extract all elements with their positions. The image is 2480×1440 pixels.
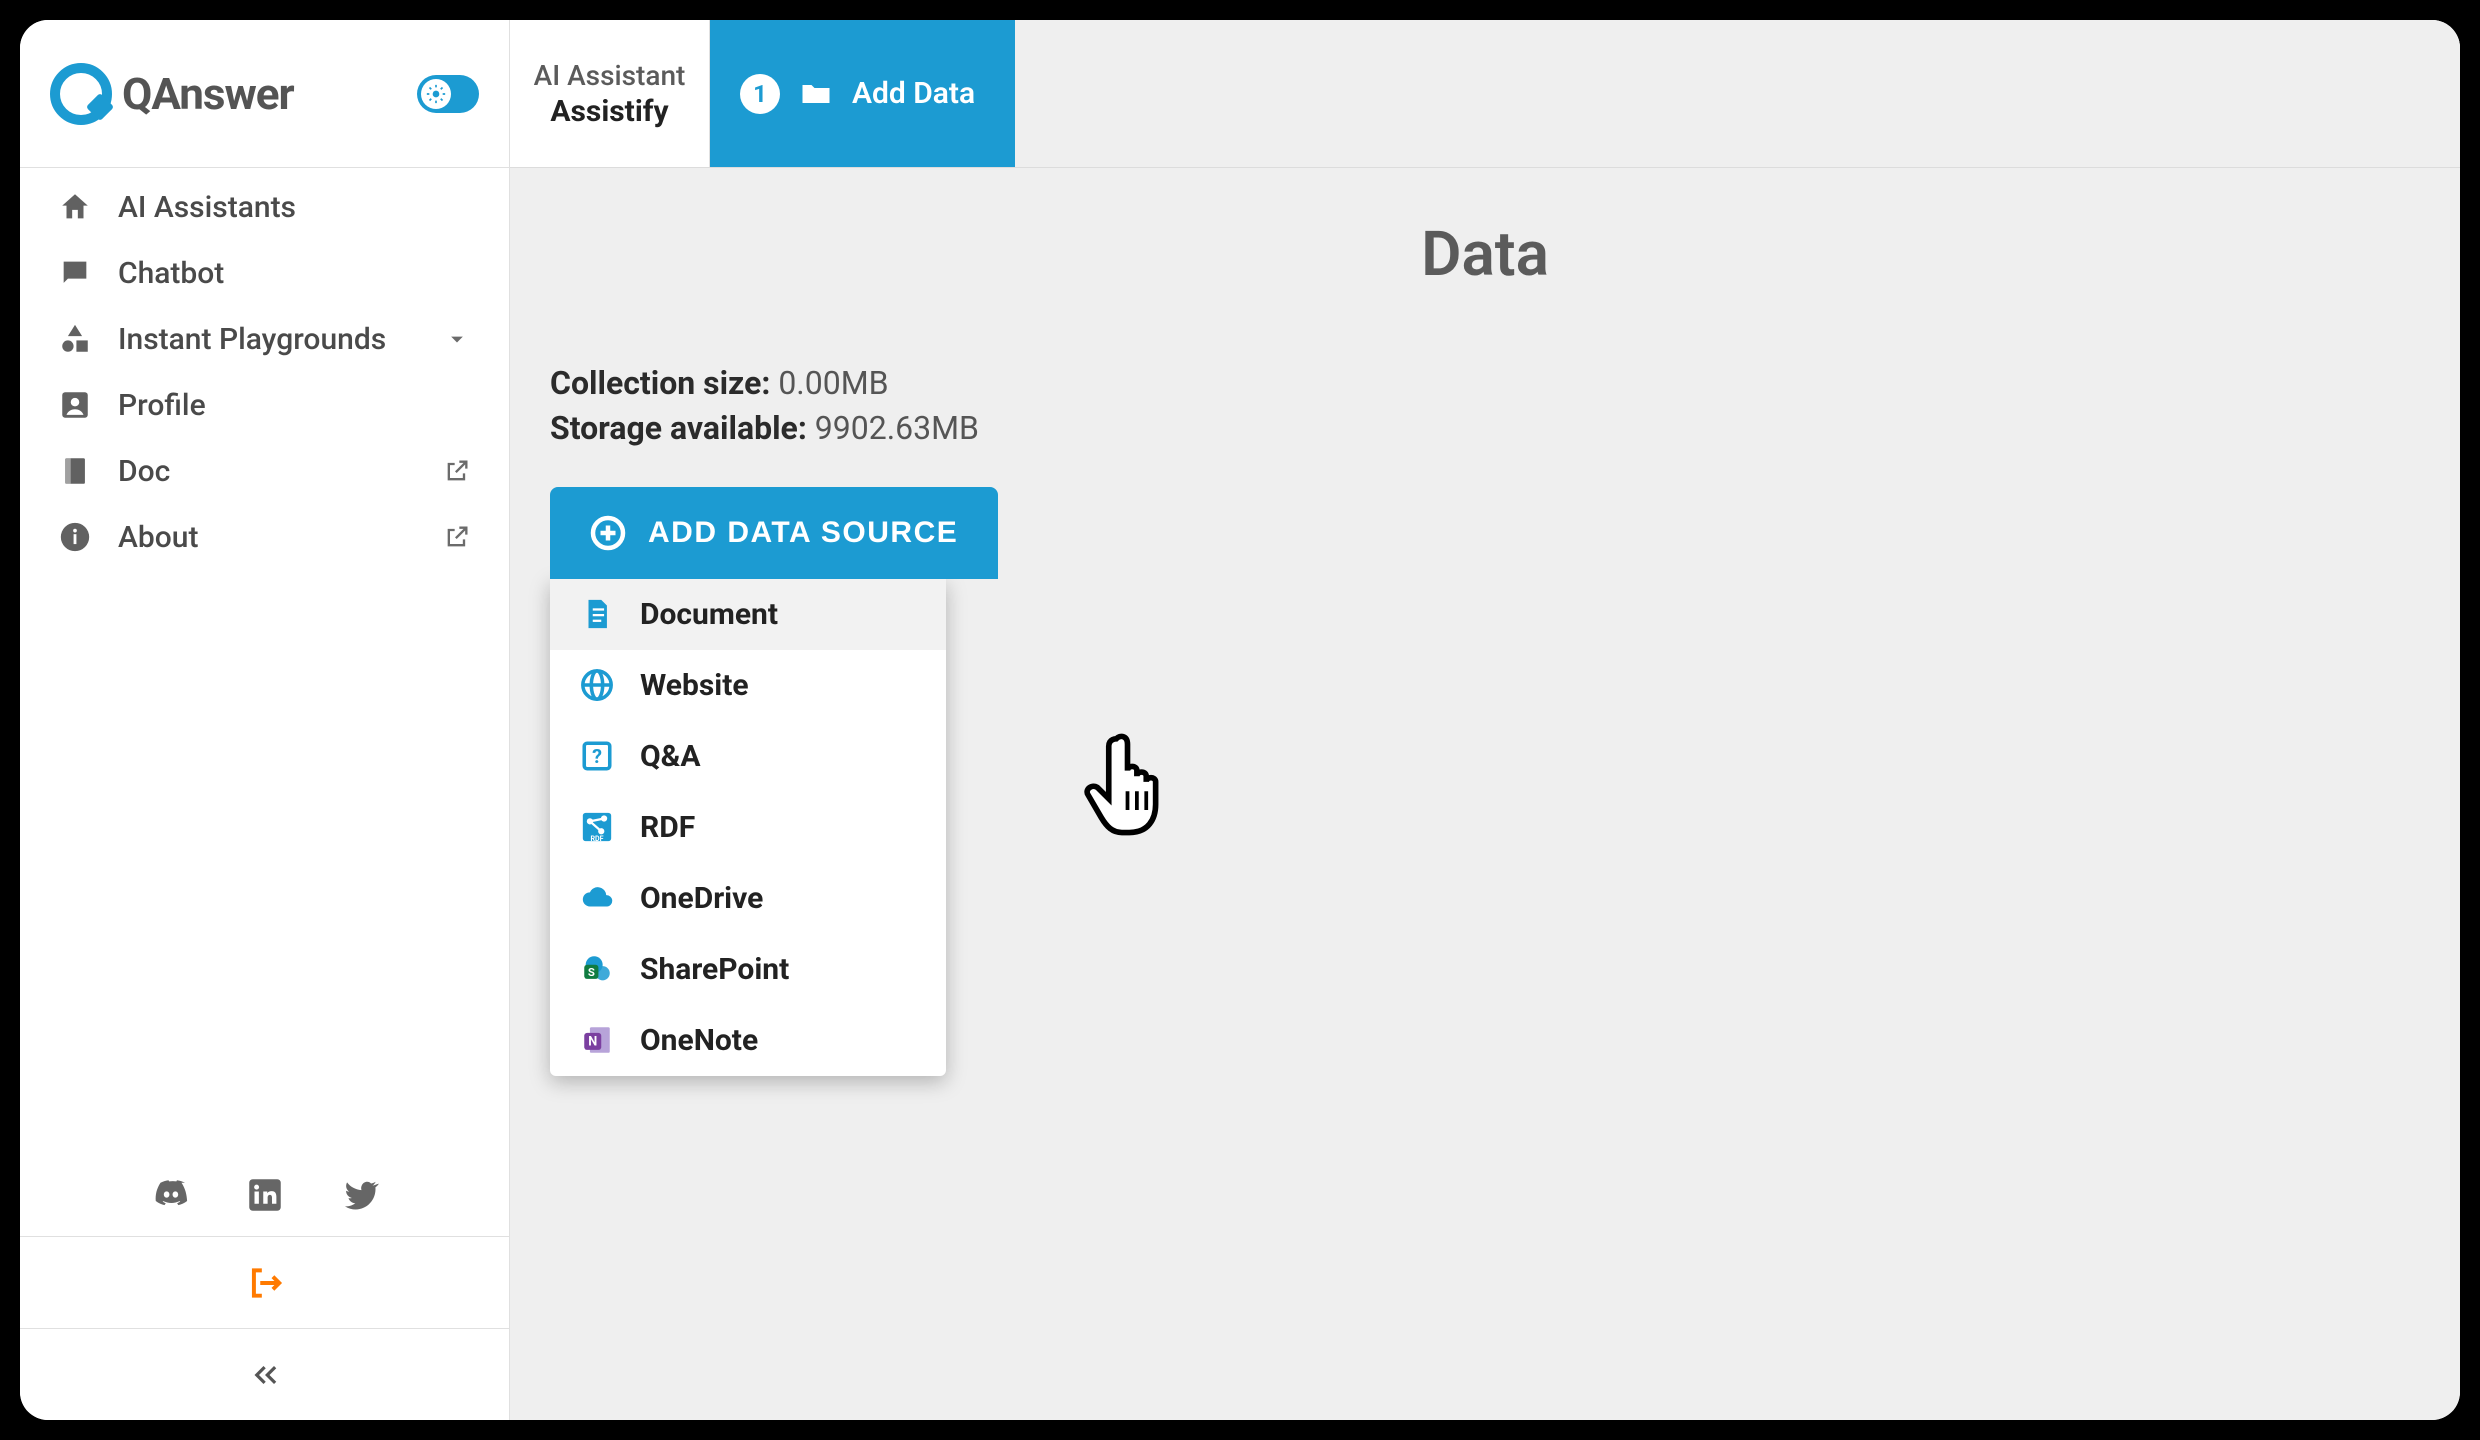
sidebar-item-label: Profile (118, 388, 471, 423)
dropdown-item-website[interactable]: Website (550, 650, 946, 721)
storage-available-value: 9902.63MB (815, 409, 979, 447)
svg-text:S: S (588, 965, 595, 979)
topbar: AI Assistant Assistify 1 Add Data (510, 20, 2460, 168)
sidebar-item-profile[interactable]: Profile (20, 372, 509, 438)
storage-available-label: Storage available: (550, 409, 807, 447)
main-area: AI Assistant Assistify 1 Add Data Data C… (510, 20, 2460, 1420)
dropdown-item-label: Document (640, 597, 778, 632)
cursor-pointer-icon (1075, 720, 1195, 840)
book-icon (58, 454, 92, 488)
dropdown-item-label: OneDrive (640, 881, 763, 916)
add-data-source-button[interactable]: ADD DATA SOURCE (550, 487, 998, 579)
content: Data Collection size: 0.00MB Storage ava… (510, 168, 2460, 1420)
step-label: Add Data (852, 76, 975, 111)
sidebar-item-label: Doc (118, 454, 417, 489)
sidebar-nav: AI Assistants Chatbot Instant Playground… (20, 168, 509, 1144)
add-button-label: ADD DATA SOURCE (648, 516, 958, 550)
shapes-icon (58, 322, 92, 356)
sidebar-item-instant-playgrounds[interactable]: Instant Playgrounds (20, 306, 509, 372)
sidebar-item-label: AI Assistants (118, 190, 471, 225)
sidebar-item-ai-assistants[interactable]: AI Assistants (20, 174, 509, 240)
chat-icon (58, 256, 92, 290)
qa-icon: ? (580, 739, 614, 773)
dropdown-item-qa[interactable]: ? Q&A (550, 721, 946, 792)
step-number-badge: 1 (740, 74, 780, 114)
data-source-dropdown: Document Website ? Q&A RDF RDF OneDrive (550, 579, 946, 1076)
storage-stats: Collection size: 0.00MB Storage availabl… (550, 361, 2460, 451)
dropdown-item-document[interactable]: Document (550, 579, 946, 650)
dropdown-item-label: RDF (640, 810, 695, 845)
dropdown-item-label: SharePoint (640, 952, 789, 987)
brand-name: QAnswer (122, 68, 294, 120)
assistant-name: Assistify (550, 94, 668, 129)
dropdown-item-label: Q&A (640, 739, 701, 774)
chevrons-left-icon (247, 1357, 283, 1393)
dropdown-item-onedrive[interactable]: OneDrive (550, 863, 946, 934)
logout-button[interactable] (20, 1236, 509, 1328)
globe-icon (580, 668, 614, 702)
chevron-down-icon (443, 325, 471, 353)
sidebar-item-label: Chatbot (118, 256, 471, 291)
brand-logo[interactable]: QAnswer (50, 63, 294, 125)
external-link-icon (443, 457, 471, 485)
sidebar: QAnswer AI Assistants Chatbot Instant Pl… (20, 20, 510, 1420)
assistant-label: AI Assistant (534, 59, 686, 92)
collection-size-value: 0.00MB (778, 364, 888, 402)
dropdown-item-rdf[interactable]: RDF RDF (550, 792, 946, 863)
sidebar-item-chatbot[interactable]: Chatbot (20, 240, 509, 306)
page-title: Data (510, 218, 2460, 291)
sun-icon (421, 79, 451, 109)
document-icon (580, 597, 614, 631)
onenote-icon: N (580, 1023, 614, 1057)
sidebar-item-label: Instant Playgrounds (118, 322, 417, 357)
rdf-icon: RDF (580, 810, 614, 844)
social-links (20, 1144, 509, 1236)
sidebar-item-about[interactable]: About (20, 504, 509, 570)
logout-icon (246, 1264, 284, 1302)
external-link-icon (443, 523, 471, 551)
plus-circle-icon (590, 515, 626, 551)
cloud-icon (580, 881, 614, 915)
home-icon (58, 190, 92, 224)
profile-icon (58, 388, 92, 422)
svg-text:?: ? (592, 745, 602, 768)
dropdown-item-label: Website (640, 668, 749, 703)
dropdown-item-sharepoint[interactable]: S SharePoint (550, 934, 946, 1005)
sidebar-item-doc[interactable]: Doc (20, 438, 509, 504)
collapse-sidebar-button[interactable] (20, 1328, 509, 1420)
info-icon (58, 520, 92, 554)
dropdown-item-onenote[interactable]: N OneNote (550, 1005, 946, 1076)
logo-icon (50, 63, 112, 125)
sidebar-header: QAnswer (20, 20, 509, 168)
theme-toggle[interactable] (417, 75, 479, 113)
dropdown-item-label: OneNote (640, 1023, 758, 1058)
svg-text:N: N (588, 1035, 597, 1050)
sidebar-item-label: About (118, 520, 417, 555)
assistant-tab[interactable]: AI Assistant Assistify (510, 20, 710, 167)
discord-icon[interactable] (150, 1174, 192, 1216)
sharepoint-icon: S (580, 952, 614, 986)
collection-size-label: Collection size: (550, 364, 770, 402)
folder-icon (798, 76, 834, 112)
app-window: QAnswer AI Assistants Chatbot Instant Pl… (20, 20, 2460, 1420)
twitter-icon[interactable] (338, 1174, 380, 1216)
linkedin-icon[interactable] (244, 1174, 286, 1216)
svg-text:RDF: RDF (590, 834, 603, 843)
step-add-data[interactable]: 1 Add Data (710, 20, 1015, 167)
